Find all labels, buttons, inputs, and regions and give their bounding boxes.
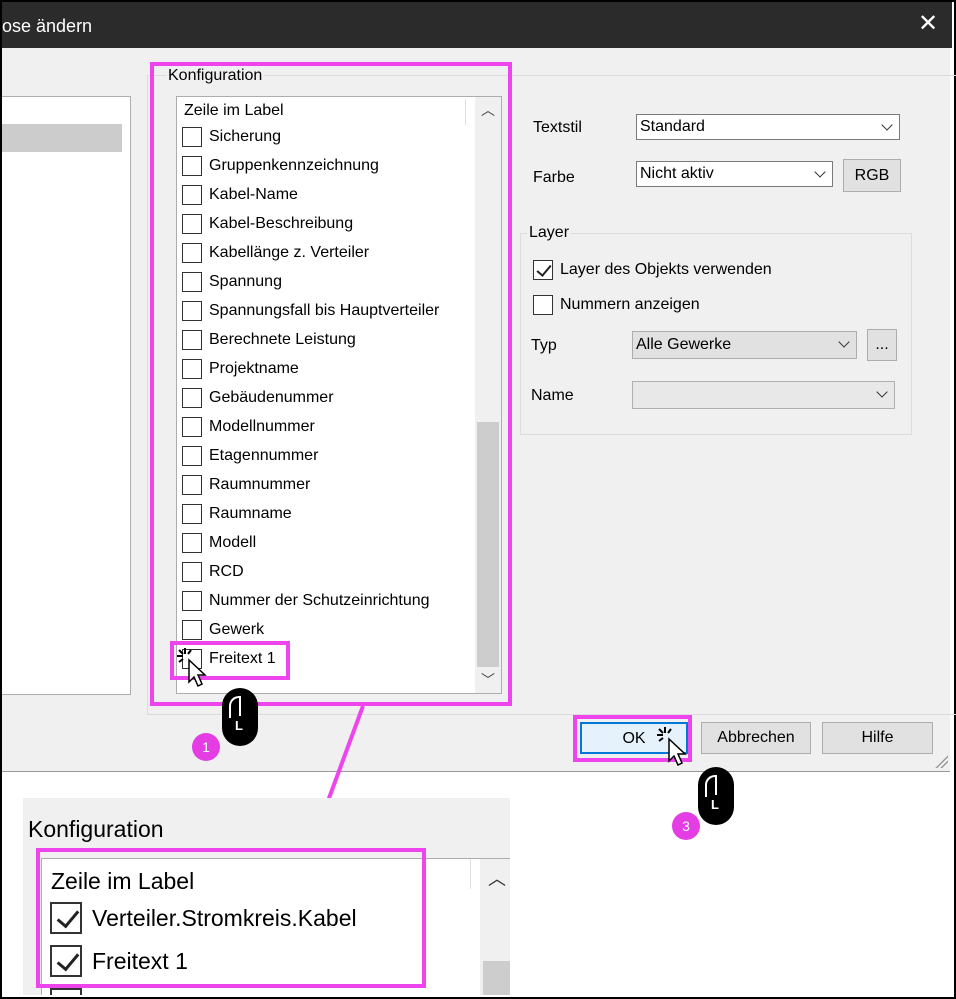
checkbox-icon bbox=[50, 988, 82, 995]
click-cursor-icon bbox=[657, 727, 687, 767]
step-badge-3: 3 bbox=[672, 812, 700, 840]
chevron-up-icon: ︿ bbox=[488, 869, 506, 889]
zoom-scrollbar: ︿ bbox=[480, 859, 510, 995]
zoom-scroll-thumb bbox=[483, 961, 510, 995]
mouse-button-label: L bbox=[235, 718, 243, 733]
mouse-left-click-icon: L bbox=[222, 688, 258, 746]
mouse-button-label: L bbox=[711, 797, 719, 812]
click-cursor-icon bbox=[177, 648, 207, 688]
mouse-divider bbox=[715, 775, 717, 795]
mouse-left-click-icon: L bbox=[698, 767, 734, 825]
zoom-group-label: Konfiguration bbox=[26, 816, 166, 843]
zoom-item-label: Artikel bbox=[92, 991, 156, 996]
highlight-zoom-list bbox=[36, 848, 426, 988]
zoom-header-divider bbox=[470, 859, 471, 889]
step-badge-1: 1 bbox=[192, 733, 220, 761]
mouse-divider bbox=[239, 696, 241, 716]
